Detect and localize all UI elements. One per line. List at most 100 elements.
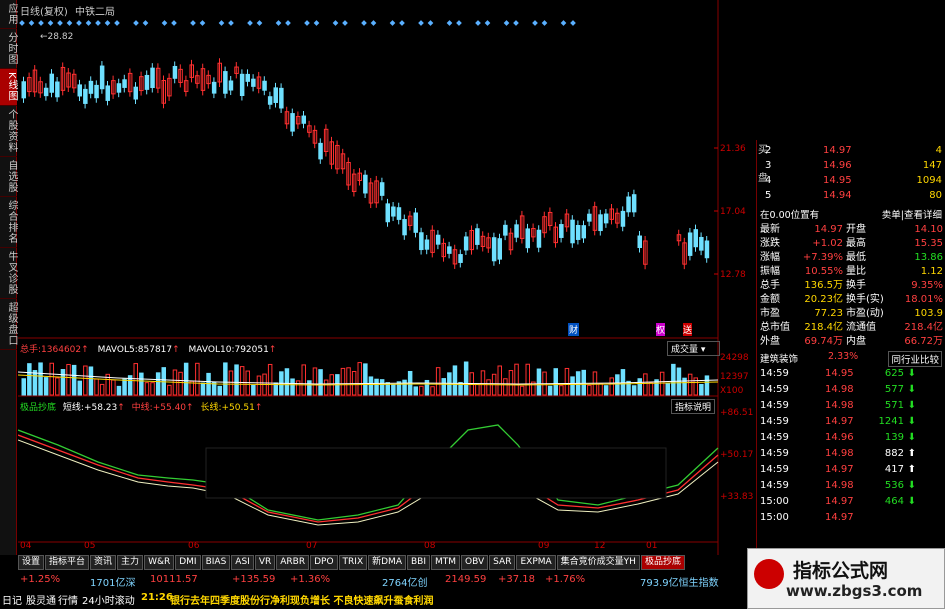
candle-body <box>77 84 82 97</box>
indicator-tab[interactable]: W&R <box>144 555 175 570</box>
indicator-tab[interactable]: VR <box>254 555 276 570</box>
index-ticker-item[interactable]: +1.36% <box>290 574 330 585</box>
candle-body <box>620 210 626 227</box>
event-mark-zeng[interactable]: 送 <box>683 323 693 336</box>
volume-dropdown[interactable]: 成交量 ▾ <box>667 341 721 356</box>
indicator-tab[interactable]: 新DMA <box>368 555 406 570</box>
indicator-tab[interactable]: ARBR <box>276 555 310 570</box>
down-arrow-icon: ⬇ <box>907 416 916 427</box>
field-label: 量比 <box>846 266 866 277</box>
candle-body <box>150 67 155 89</box>
indicator-tab[interactable]: 设置 <box>18 555 45 570</box>
candle-body <box>631 194 637 213</box>
sidebar-tab-3[interactable]: 个股资料 <box>0 106 17 157</box>
view-detail-link[interactable]: 卖单|查看详细 <box>882 207 942 221</box>
sidebar-tab-2[interactable]: K线图 <box>0 69 17 106</box>
candle-body <box>575 225 581 240</box>
sector-compare-button[interactable]: 同行业比较 <box>888 351 942 367</box>
watermark-title: 指标公式网 <box>793 560 889 582</box>
sector-name[interactable]: 建筑装饰 <box>760 354 798 365</box>
sidebar-tab-0[interactable]: 应用 <box>0 0 17 29</box>
indicator-tab[interactable]: 极品抄底 <box>640 555 685 570</box>
field-label: 流通值 <box>846 322 876 333</box>
index-ticker-item[interactable]: 10111.57 <box>150 574 198 585</box>
date-label: 06 <box>188 541 200 551</box>
candle-body <box>83 88 88 104</box>
vol-axis-3: X100 <box>720 386 744 396</box>
indicator-tab[interactable]: 资讯 <box>90 555 117 570</box>
ask-price: 14.97 <box>823 145 852 156</box>
candle-body <box>385 203 390 223</box>
watermark: 指标公式网 www.zbgs3.com <box>747 548 945 609</box>
index-ticker-item[interactable]: 2149.59 <box>445 574 486 585</box>
indicator-tab[interactable]: 主力 <box>117 555 144 570</box>
indicator-tab[interactable]: 指标平台 <box>45 555 90 570</box>
volume-bar <box>206 372 211 396</box>
indicator-help-button[interactable]: 指标说明 <box>671 399 716 414</box>
quote-field-row: 总市值 218.4亿 流通值 218.4亿 <box>757 321 945 335</box>
sidebar-tab-7[interactable]: 超级盘口 <box>0 299 17 350</box>
high-marker: ←28.82 <box>40 32 74 42</box>
index-ticker-item[interactable]: +37.18 <box>498 574 535 585</box>
field-value: 218.4亿 <box>904 322 943 333</box>
ask-volume: 1094 <box>916 175 942 186</box>
bottom-nav-button[interactable]: 股灵通 <box>26 592 56 607</box>
sidebar-tab-5[interactable]: 综合排名 <box>0 197 17 248</box>
watermark-url: www.zbgs3.com <box>786 582 923 600</box>
date-label: 09 <box>538 541 550 551</box>
volume-bar <box>452 365 458 396</box>
bottom-nav-button[interactable]: 24小时滚动 <box>82 592 135 607</box>
candle-body <box>687 232 693 256</box>
index-ticker-item[interactable]: +135.59 <box>232 574 275 585</box>
indicator-tab[interactable]: MTM <box>431 555 461 570</box>
candle-body <box>318 142 323 160</box>
tick-price: 14.98 <box>825 480 854 491</box>
candle-body <box>267 96 273 105</box>
index-ticker-item[interactable]: +1.25% <box>20 574 60 585</box>
index-ticker-item[interactable]: 2764亿创 <box>382 574 427 589</box>
down-arrow-icon: ⬇ <box>907 480 916 491</box>
indicator-tab[interactable]: BIAS <box>201 555 231 570</box>
volume-bar <box>21 378 26 396</box>
volume-bar <box>699 383 704 396</box>
sidebar-tab-1[interactable]: 分时图 <box>0 29 17 69</box>
candle-body <box>396 207 402 220</box>
news-ticker-text[interactable]: 银行去年四季度股份行净利现负增长 不良快速飙升蚕食利润 <box>170 592 433 607</box>
indicator-tab[interactable]: ASI <box>231 555 254 570</box>
volume-bar <box>671 363 676 396</box>
news-ticker-text[interactable]: 21:26 <box>141 592 173 603</box>
field-value: 13.86 <box>914 252 943 263</box>
event-mark-cai1[interactable]: 财 <box>568 323 580 336</box>
indicator-tab[interactable]: BBI <box>406 555 430 570</box>
ask-volume: 80 <box>929 190 942 201</box>
kline-chart[interactable] <box>18 0 755 555</box>
tick-volume: 571 <box>884 400 904 411</box>
volume-header: 总手:1364602↑ MAVOL5:857817↑ MAVOL10:79205… <box>20 345 277 355</box>
price-axis-1: 21.36 <box>720 144 746 154</box>
indicator-tab[interactable]: 集合竞价成交量YH <box>556 555 640 570</box>
tick-row: 14:59 14.95 625 ⬇ <box>757 366 945 382</box>
bottom-nav-button[interactable]: 日记 <box>2 592 22 607</box>
candle-body <box>245 73 250 82</box>
index-ticker-item[interactable]: +1.76% <box>545 574 585 585</box>
indicator-tab[interactable]: TRIX <box>338 555 368 570</box>
indicator-tab[interactable]: DMI <box>175 555 201 570</box>
sidebar-tab-6[interactable]: 牛叉诊股 <box>0 248 17 299</box>
volume-bar <box>704 375 710 396</box>
indicator-tab[interactable]: OBV <box>461 555 489 570</box>
quote-field-row: 总手 136.5万 换手 9.35% <box>757 279 945 293</box>
event-mark-quan[interactable]: 权 <box>656 323 666 336</box>
sidebar-tab-4[interactable]: 自选股 <box>0 157 17 197</box>
volume-bar <box>413 386 418 396</box>
tick-volume: 536 <box>884 480 904 491</box>
indicator-tab[interactable]: DPO <box>310 555 338 570</box>
index-ticker-item[interactable]: 1701亿深 <box>90 574 135 589</box>
quote-field-row: 市盈 77.23 市盈(动) 103.9 <box>757 307 945 321</box>
candle-body <box>536 229 542 248</box>
volume-bar <box>637 378 642 396</box>
indicator-tab[interactable]: SAR <box>489 555 516 570</box>
indicator-tab[interactable]: EXPMA <box>516 555 556 570</box>
candle-body <box>43 87 49 97</box>
bottom-nav-button[interactable]: 行情 <box>58 592 78 607</box>
index-ticker-item[interactable]: 793.9亿恒生指数 <box>640 574 719 589</box>
